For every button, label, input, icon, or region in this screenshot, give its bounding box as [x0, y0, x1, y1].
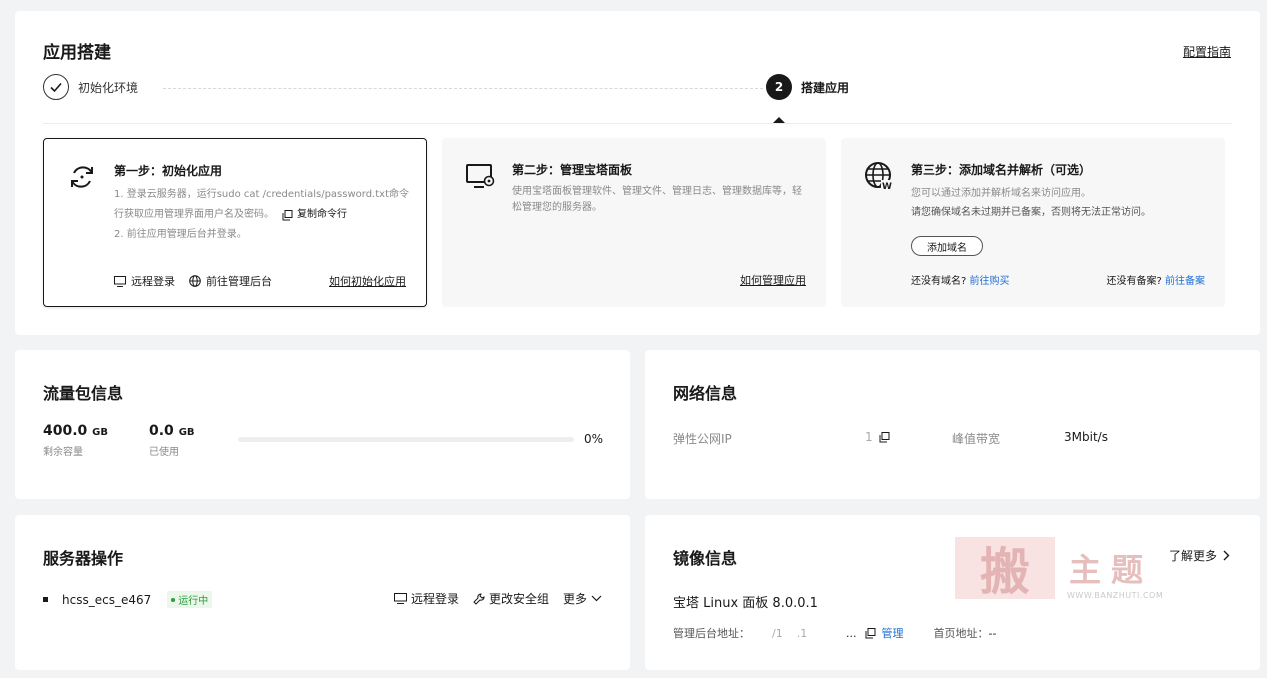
app-build-title: 应用搭建	[43, 43, 111, 63]
public-ip-value: 1	[865, 430, 873, 444]
network-card: 网络信息 弹性公网IP 1 峰值带宽 3Mbit/s	[645, 350, 1260, 499]
refresh-icon	[66, 161, 98, 193]
check-icon	[43, 74, 69, 100]
used-value: 0.0 GB	[149, 423, 195, 439]
copy-ip-icon[interactable]	[879, 431, 890, 443]
admin-address-row: 管理后台地址： /1 .1 ... 管理 首页地址： --	[673, 625, 996, 641]
step3-title: 第三步：添加域名并解析（可选）	[911, 163, 1092, 177]
goto-admin-link[interactable]: 前往管理后台	[189, 273, 272, 289]
change-security-group-button[interactable]: 更改安全组	[473, 590, 549, 607]
os-version: 宝塔 Linux 面板 8.0.0.1	[673, 596, 818, 611]
watermark-url: WWW.BANZHUTI.COM	[1067, 591, 1164, 600]
app-build-card: 应用搭建 配置指南 初始化环境 2 搭建应用 第一步：初始化应用 1. 登录云服…	[15, 11, 1260, 335]
caret-up-icon	[773, 117, 785, 123]
step1-line1: 1. 登录云服务器，运行sudo cat /credentials/passwo…	[114, 189, 409, 200]
traffic-card: 流量包信息 400.0 GB 剩余容量 0.0 GB 已使用 0%	[15, 350, 630, 499]
globe-icon	[189, 275, 201, 287]
step3-desc: 您可以通过添加并解析域名来访问应用。 请您确保域名未过期并已备案，否则将无法正常…	[911, 184, 1211, 222]
remote-login-link[interactable]: 远程登录	[114, 273, 175, 289]
step3-card: W 第三步：添加域名并解析（可选） 您可以通过添加并解析域名来访问应用。 请您确…	[841, 138, 1225, 307]
wrench-icon	[473, 593, 485, 605]
step1-actions: 远程登录 前往管理后台	[114, 273, 272, 289]
public-ip-value-row: 1	[865, 430, 890, 444]
bandwidth-label: 峰值带宽	[952, 432, 1001, 446]
step-init-env[interactable]: 初始化环境	[43, 74, 138, 100]
step1-title: 第一步：初始化应用	[114, 164, 223, 178]
add-domain-button[interactable]: 添加域名	[911, 236, 983, 256]
usage-percent: 0%	[584, 432, 604, 446]
copy-icon	[282, 209, 293, 221]
watermark-text: 主题	[1069, 551, 1154, 589]
no-domain-row: 还没有域名? 前往购买	[911, 276, 1010, 287]
monitor-icon	[114, 275, 126, 287]
svg-text:W: W	[882, 182, 892, 192]
chevron-right-icon	[1223, 550, 1230, 561]
step1-line3: 2. 前往应用管理后台并登录。	[114, 229, 247, 240]
bandwidth-value: 3Mbit/s	[1064, 430, 1108, 444]
image-card: 镜像信息 搬 主题 WWW.BANZHUTI.COM 了解更多 宝塔 Linux…	[645, 515, 1260, 670]
home-address-label: 首页地址：	[933, 627, 989, 640]
step3-line1: 您可以通过添加并解析域名来访问应用。	[911, 188, 1091, 199]
step3-line2: 请您确保域名未过期并已备案，否则将无法正常访问。	[911, 207, 1151, 218]
howto-manage-link[interactable]: 如何管理应用	[740, 272, 806, 288]
public-ip-label: 弹性公网IP	[673, 432, 732, 446]
status-badge: 运行中	[167, 591, 213, 608]
admin-address-value: /1 .1	[772, 626, 808, 640]
used-label: 已使用	[149, 447, 179, 458]
server-actions: 远程登录 更改安全组 更多	[393, 590, 602, 607]
copy-command-label: 复制命令行	[297, 209, 347, 220]
monitor-gear-icon	[464, 160, 496, 192]
image-title: 镜像信息	[673, 549, 738, 568]
manage-link[interactable]: 管理	[882, 625, 904, 641]
step1-card: 第一步：初始化应用 1. 登录云服务器，运行sudo cat /credenti…	[43, 138, 427, 307]
stepper-connector	[163, 88, 763, 89]
stepper-divider	[43, 123, 1232, 124]
config-guide-link[interactable]: 配置指南	[1183, 43, 1231, 60]
howto-init-link[interactable]: 如何初始化应用	[329, 273, 406, 289]
watermark-logo: 搬 主题	[955, 537, 1154, 601]
buy-domain-link[interactable]: 前往购买	[970, 276, 1010, 287]
server-title: 服务器操作	[43, 549, 124, 568]
server-remote-login-button[interactable]: 远程登录	[393, 590, 459, 607]
remaining-value: 400.0 GB	[43, 423, 109, 439]
step2-desc: 使用宝塔面板管理软件、管理文件、管理日志、管理数据库等，轻松管理您的服务器。	[512, 186, 802, 213]
www-globe-icon: W	[863, 160, 895, 192]
usage-progress-bar	[238, 437, 574, 442]
monitor-icon	[393, 593, 407, 604]
server-card: 服务器操作 hcss_ecs_e467 运行中 远程登录 更改安全组 更多	[15, 515, 630, 670]
network-title: 网络信息	[673, 384, 738, 403]
step1-desc: 1. 登录云服务器，运行sudo cat /credentials/passwo…	[114, 185, 414, 245]
copy-command-button[interactable]: 复制命令行	[282, 205, 347, 225]
step-build-app-label: 搭建应用	[801, 80, 850, 95]
server-row: hcss_ecs_e467 运行中	[43, 591, 213, 608]
more-dropdown[interactable]: 更多	[563, 590, 602, 607]
home-address-value: --	[988, 626, 997, 640]
step2-card: 第二步：管理宝塔面板 使用宝塔面板管理软件、管理文件、管理日志、管理数据库等，轻…	[442, 138, 826, 307]
remaining-label: 剩余容量	[43, 447, 83, 458]
step2-title: 第二步：管理宝塔面板	[512, 163, 633, 177]
step1-line2: 行获取应用管理界面用户名及密码。	[114, 209, 274, 220]
admin-address-ellipsis: ...	[846, 626, 857, 640]
watermark-box: 搬	[955, 537, 1055, 601]
no-record-row: 还没有备案? 前往备案	[1106, 276, 1206, 287]
admin-address-label: 管理后台地址：	[673, 627, 750, 640]
traffic-title: 流量包信息	[43, 384, 124, 403]
chevron-down-icon	[591, 595, 602, 602]
bullet-icon	[43, 597, 48, 602]
copy-address-icon[interactable]	[865, 627, 876, 639]
step-build-app[interactable]: 2 搭建应用	[766, 74, 849, 100]
icp-record-link[interactable]: 前往备案	[1165, 276, 1205, 287]
step-number: 2	[766, 74, 792, 100]
step-init-env-label: 初始化环境	[78, 80, 139, 95]
learn-more-link[interactable]: 了解更多	[1169, 547, 1230, 564]
server-name: hcss_ecs_e467	[62, 592, 152, 607]
